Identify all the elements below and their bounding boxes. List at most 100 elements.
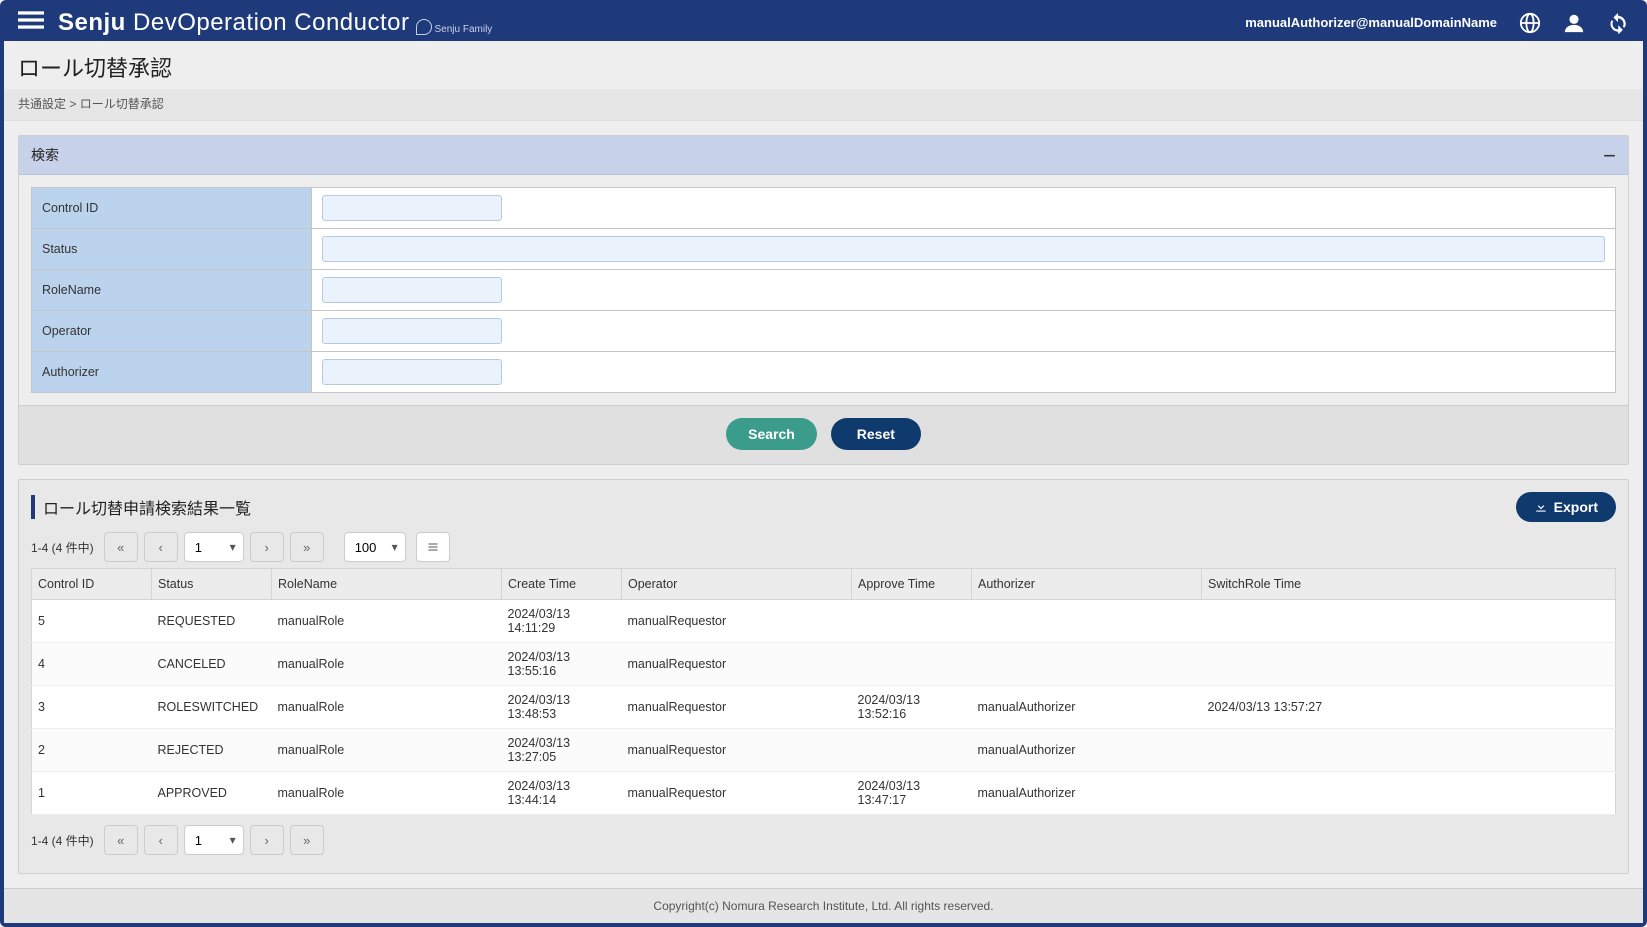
table-cell: 1 (32, 772, 152, 815)
col-header[interactable]: SwitchRole Time (1202, 569, 1616, 600)
col-header[interactable]: RoleName (272, 569, 502, 600)
table-cell: REJECTED (152, 729, 272, 772)
page-size-select[interactable]: 100 (344, 532, 406, 562)
rolename-input[interactable] (322, 277, 502, 303)
table-cell: manualAuthorizer (972, 729, 1202, 772)
table-row[interactable]: 3ROLESWITCHEDmanualRole2024/03/13 13:48:… (32, 686, 1616, 729)
page-prev-button[interactable]: ‹ (144, 532, 178, 562)
status-input[interactable] (322, 236, 1605, 262)
table-cell (972, 643, 1202, 686)
table-cell (1202, 600, 1616, 643)
page-title: ロール切替承認 (4, 41, 1643, 89)
table-cell: 2024/03/13 13:55:16 (502, 643, 622, 686)
table-cell: 2024/03/13 13:47:17 (852, 772, 972, 815)
brand-family: Senju Family (416, 16, 493, 35)
refresh-icon[interactable] (1607, 12, 1629, 34)
col-header[interactable]: Approve Time (852, 569, 972, 600)
table-cell: manualRequestor (622, 729, 852, 772)
breadcrumb-parent[interactable]: 共通設定 (18, 97, 66, 111)
download-icon (1534, 500, 1548, 514)
table-cell: 5 (32, 600, 152, 643)
breadcrumb: 共通設定 > ロール切替承認 (4, 89, 1643, 121)
table-row[interactable]: 5REQUESTEDmanualRole2024/03/13 14:11:29m… (32, 600, 1616, 643)
brand-bold: Senju (58, 9, 126, 36)
table-cell: manualRole (272, 600, 502, 643)
page-prev-button-bottom[interactable]: ‹ (144, 825, 178, 855)
table-header-row: Control IDStatusRoleNameCreate TimeOpera… (32, 569, 1616, 600)
columns-icon[interactable] (416, 532, 450, 562)
table-cell: manualRequestor (622, 643, 852, 686)
search-panel-header[interactable]: 検索 − (19, 136, 1628, 175)
label-control-id: Control ID (32, 188, 312, 229)
table-cell: manualAuthorizer (972, 686, 1202, 729)
label-rolename: RoleName (32, 270, 312, 311)
col-header[interactable]: Operator (622, 569, 852, 600)
authorizer-input[interactable] (322, 359, 502, 385)
search-panel: 検索 − Control ID Status RoleName (18, 135, 1629, 465)
results-panel: ロール切替申請検索結果一覧 Export 1-4 (4 件中) « ‹ 1 › … (18, 479, 1629, 874)
table-cell: ROLESWITCHED (152, 686, 272, 729)
pager-info-top: 1-4 (4 件中) (31, 539, 94, 556)
results-title: ロール切替申請検索結果一覧 (31, 495, 251, 519)
table-cell: manualRole (272, 686, 502, 729)
label-authorizer: Authorizer (32, 352, 312, 393)
page-next-button-bottom[interactable]: › (250, 825, 284, 855)
table-row[interactable]: 4CANCELEDmanualRole2024/03/13 13:55:16ma… (32, 643, 1616, 686)
table-cell (852, 600, 972, 643)
table-cell (852, 729, 972, 772)
topbar: Senju DevOperation Conductor Senju Famil… (4, 4, 1643, 41)
breadcrumb-current: ロール切替承認 (80, 97, 164, 111)
table-cell: 4 (32, 643, 152, 686)
table-cell: 2024/03/13 13:27:05 (502, 729, 622, 772)
table-cell: 2024/03/13 13:57:27 (1202, 686, 1616, 729)
page-select[interactable]: 1 (184, 532, 244, 562)
label-status: Status (32, 229, 312, 270)
user-icon[interactable] (1563, 12, 1585, 34)
table-cell: manualRole (272, 772, 502, 815)
table-cell: manualRole (272, 643, 502, 686)
table-cell (972, 600, 1202, 643)
page-first-button[interactable]: « (104, 532, 138, 562)
table-row[interactable]: 2REJECTEDmanualRole2024/03/13 13:27:05ma… (32, 729, 1616, 772)
table-cell: 2024/03/13 13:52:16 (852, 686, 972, 729)
search-form-table: Control ID Status RoleName Operator (31, 187, 1616, 393)
table-row[interactable]: 1APPROVEDmanualRole2024/03/13 13:44:14ma… (32, 772, 1616, 815)
page-last-button-bottom[interactable]: » (290, 825, 324, 855)
search-button[interactable]: Search (726, 418, 817, 450)
table-cell: manualRole (272, 729, 502, 772)
table-cell: CANCELED (152, 643, 272, 686)
col-header[interactable]: Create Time (502, 569, 622, 600)
export-button[interactable]: Export (1516, 492, 1616, 522)
operator-input[interactable] (322, 318, 502, 344)
page-next-button[interactable]: › (250, 532, 284, 562)
col-header[interactable]: Control ID (32, 569, 152, 600)
table-cell (1202, 643, 1616, 686)
pager-top: 1-4 (4 件中) « ‹ 1 › » 100 (31, 532, 1616, 562)
collapse-icon[interactable]: − (1603, 150, 1616, 161)
username-label: manualAuthorizer@manualDomainName (1245, 15, 1497, 30)
menu-icon[interactable] (18, 7, 44, 38)
table-cell: 2024/03/13 13:44:14 (502, 772, 622, 815)
pager-bottom: 1-4 (4 件中) « ‹ 1 › » (31, 825, 1616, 855)
page-first-button-bottom[interactable]: « (104, 825, 138, 855)
col-header[interactable]: Status (152, 569, 272, 600)
table-cell: manualRequestor (622, 772, 852, 815)
label-operator: Operator (32, 311, 312, 352)
table-cell: manualAuthorizer (972, 772, 1202, 815)
table-cell: 2 (32, 729, 152, 772)
reset-button[interactable]: Reset (831, 418, 921, 450)
table-cell: manualRequestor (622, 686, 852, 729)
globe-icon[interactable] (1519, 12, 1541, 34)
results-table: Control IDStatusRoleNameCreate TimeOpera… (31, 568, 1616, 815)
brand-rest: DevOperation Conductor (126, 9, 410, 36)
export-label: Export (1554, 499, 1598, 515)
brand-logo: Senju DevOperation Conductor Senju Famil… (58, 9, 492, 37)
page-select-bottom[interactable]: 1 (184, 825, 244, 855)
col-header[interactable]: Authorizer (972, 569, 1202, 600)
page-last-button[interactable]: » (290, 532, 324, 562)
table-cell: APPROVED (152, 772, 272, 815)
table-cell: REQUESTED (152, 600, 272, 643)
table-cell (852, 643, 972, 686)
pager-info-bottom: 1-4 (4 件中) (31, 832, 94, 849)
control-id-input[interactable] (322, 195, 502, 221)
